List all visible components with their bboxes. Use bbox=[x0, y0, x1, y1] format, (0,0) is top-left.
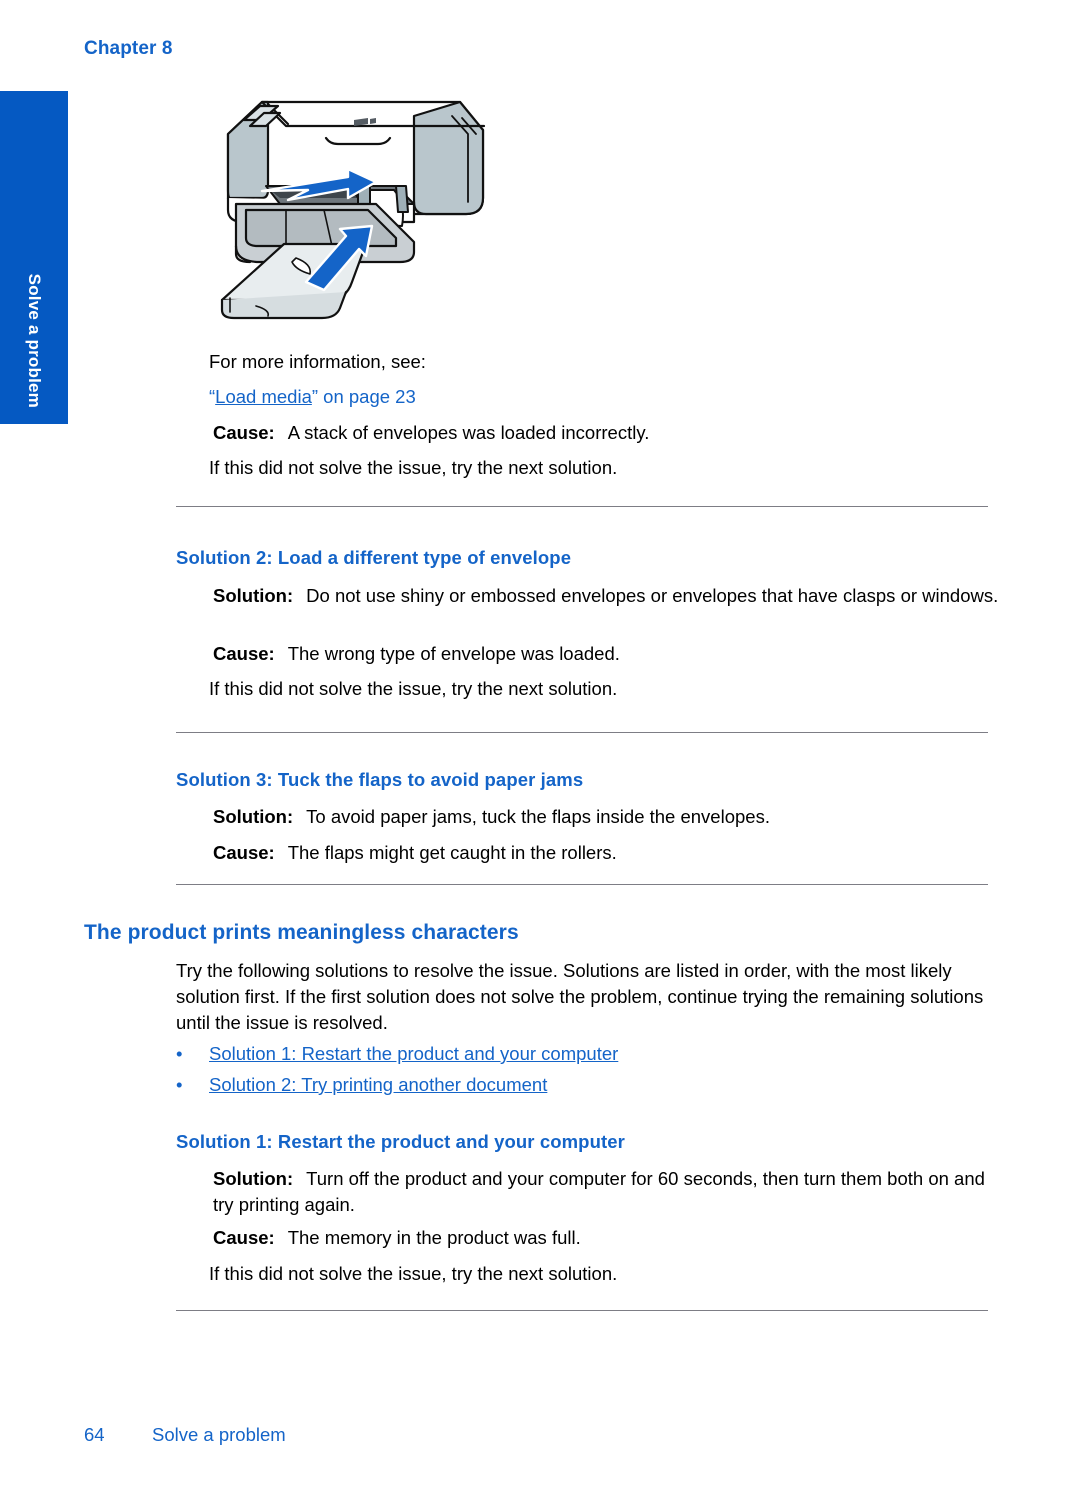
solution-label: Solution: bbox=[213, 585, 294, 606]
section-divider bbox=[176, 884, 988, 885]
footer-page-number: 64 bbox=[84, 1424, 105, 1445]
list-item[interactable]: • Solution 1: Restart the product and yo… bbox=[176, 1041, 618, 1067]
solution-text: To avoid paper jams, tuck the flaps insi… bbox=[306, 806, 770, 827]
cause-text: The flaps might get caught in the roller… bbox=[287, 842, 617, 863]
cause-label: Cause: bbox=[213, 422, 275, 443]
intro-next-solution-text: If this did not solve the issue, try the… bbox=[209, 457, 618, 478]
heading-solution-3-flaps: Solution 3: Tuck the flaps to avoid pape… bbox=[176, 769, 584, 790]
side-tab-solve-a-problem: Solve a problem bbox=[0, 91, 68, 424]
solution-text: Turn off the product and your computer f… bbox=[213, 1168, 985, 1215]
solution-label: Solution: bbox=[213, 806, 294, 827]
solution1-cause-row: Cause: The memory in the product was full… bbox=[213, 1225, 581, 1251]
for-more-information-text: For more information, see: bbox=[209, 351, 426, 372]
section-divider bbox=[176, 506, 988, 507]
meaningless-intro-paragraph: Try the following solutions to resolve t… bbox=[176, 960, 984, 1033]
intro-cause-row: Cause: A stack of envelopes was loaded in… bbox=[213, 420, 649, 446]
solution3-solution-row: Solution: To avoid paper jams, tuck the f… bbox=[213, 804, 770, 830]
section-divider bbox=[176, 1310, 988, 1311]
cause-label: Cause: bbox=[213, 842, 275, 863]
bullet-icon: • bbox=[176, 1043, 183, 1064]
load-media-link[interactable]: Load media bbox=[215, 386, 312, 407]
solution2-solution-row: Solution: Do not use shiny or embossed en… bbox=[213, 583, 1003, 609]
cause-label: Cause: bbox=[213, 1227, 275, 1248]
solution1-next-solution-text: If this did not solve the issue, try the… bbox=[209, 1263, 618, 1284]
solution2-next-solution-text: If this did not solve the issue, try the… bbox=[209, 678, 618, 699]
side-tab-label: Solve a problem bbox=[25, 273, 44, 408]
cause-label: Cause: bbox=[213, 643, 275, 664]
solution-label: Solution: bbox=[213, 1168, 294, 1189]
section-divider bbox=[176, 732, 988, 733]
load-media-link-page: on page 23 bbox=[318, 386, 416, 407]
heading-solution-2-envelope: Solution 2: Load a different type of env… bbox=[176, 547, 572, 568]
load-media-link-line[interactable]: “Load media” on page 23 bbox=[209, 384, 416, 410]
bullet-icon: • bbox=[176, 1074, 183, 1095]
cause-text: The memory in the product was full. bbox=[287, 1227, 581, 1248]
footer-section-title: Solve a problem bbox=[152, 1424, 286, 1445]
cause-text: A stack of envelopes was loaded incorrec… bbox=[287, 422, 650, 443]
printer-load-envelopes-diagram bbox=[200, 86, 500, 326]
solution3-cause-row: Cause: The flaps might get caught in the … bbox=[213, 840, 617, 866]
solution-text: Do not use shiny or embossed envelopes o… bbox=[306, 585, 999, 606]
chapter-header: Chapter 8 bbox=[84, 38, 173, 59]
heading-solution-1-restart: Solution 1: Restart the product and your… bbox=[176, 1131, 625, 1152]
cause-text: The wrong type of envelope was loaded. bbox=[287, 643, 620, 664]
list-item[interactable]: • Solution 2: Try printing another docum… bbox=[176, 1072, 547, 1098]
solution2-cause-row: Cause: The wrong type of envelope was loa… bbox=[213, 641, 620, 667]
solution1-solution-row: Solution: Turn off the product and your c… bbox=[213, 1166, 1003, 1218]
heading-meaningless-characters: The product prints meaningless character… bbox=[84, 921, 519, 944]
link-solution-1[interactable]: Solution 1: Restart the product and your… bbox=[209, 1041, 618, 1067]
link-solution-2[interactable]: Solution 2: Try printing another documen… bbox=[209, 1072, 547, 1098]
